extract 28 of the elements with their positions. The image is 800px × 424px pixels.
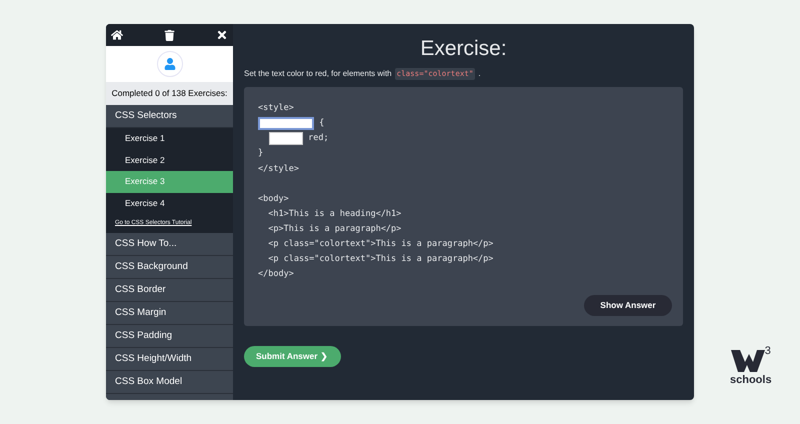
home-icon[interactable] bbox=[111, 29, 123, 41]
progress-text: Completed 0 of 138 Exercises: bbox=[106, 82, 233, 105]
code-text: </style> bbox=[258, 162, 299, 176]
logo-wordmark: schools bbox=[730, 375, 772, 386]
exercise-item[interactable]: Exercise 1 bbox=[106, 128, 233, 150]
code-text: </body> bbox=[258, 268, 294, 281]
code-text: { bbox=[318, 117, 324, 130]
exercise-title: Exercise: bbox=[420, 36, 507, 62]
answer-field[interactable] bbox=[258, 117, 314, 130]
code-text: <p class="colortext">This is a paragraph</p> bbox=[267, 238, 494, 251]
exercise-item[interactable]: Exercise 2 bbox=[106, 150, 233, 171]
code-text: <style> bbox=[258, 102, 294, 115]
avatar-icon bbox=[156, 51, 182, 77]
code-text: } bbox=[258, 147, 264, 160]
instruction-text: Set the text color to red, for elements with bbox=[244, 68, 392, 80]
code-text: red; bbox=[307, 132, 329, 146]
answer-field[interactable] bbox=[269, 132, 303, 146]
code-text: <body> bbox=[258, 192, 289, 206]
exercise-item[interactable]: Exercise 4 bbox=[106, 192, 233, 214]
show-answer-button[interactable]: Show Answer bbox=[584, 295, 672, 316]
logo-superscript: 3 bbox=[764, 346, 771, 357]
instruction-period: . bbox=[478, 68, 481, 80]
code-text: <p class="colortext">This is a paragraph</p> bbox=[267, 253, 494, 266]
close-icon[interactable] bbox=[216, 29, 228, 41]
code-text: <h1>This is a heading</h1> bbox=[267, 208, 402, 221]
code-text: <p>This is a paragraph</p> bbox=[267, 222, 402, 236]
logo-mark-icon bbox=[730, 350, 765, 372]
trash-icon[interactable] bbox=[164, 30, 175, 40]
